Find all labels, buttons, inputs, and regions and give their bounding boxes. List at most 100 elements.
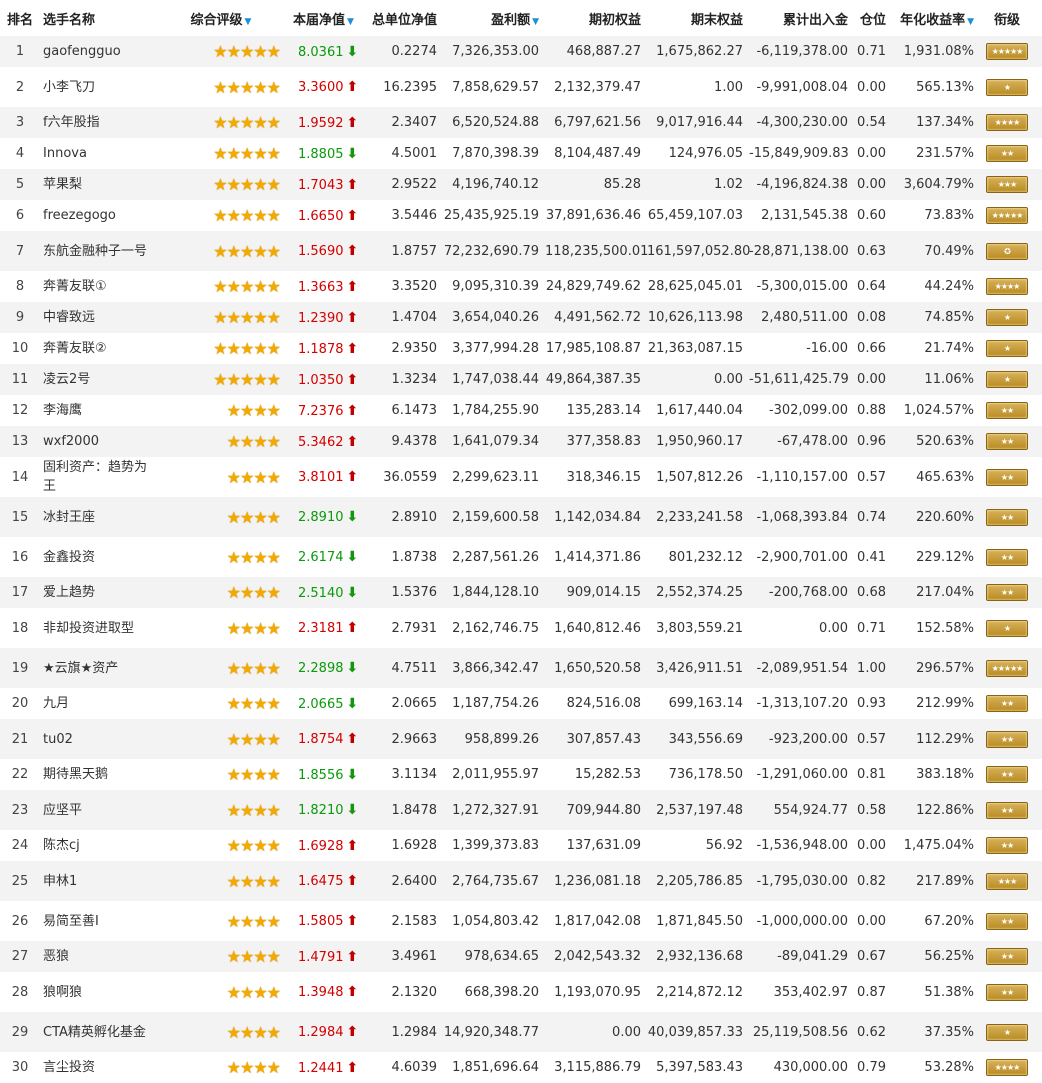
table-row[interactable]: 6 freezegogo ★★★★★ 1.6650 ⬆ 3.5446 25,435,925.… bbox=[0, 200, 1042, 231]
table-row[interactable]: 28 狼啊狼 ★★★★ 1.3948 ⬆ 2.1320 668,398.20 1,193,07… bbox=[0, 972, 1042, 1012]
insignia-badge-icon: ★★ bbox=[986, 468, 1028, 486]
table-row[interactable]: 18 非却投资进取型 ★★★★ 2.3181 ⬆ 2.7931 2,162,746.75 1,… bbox=[0, 608, 1042, 648]
nav-cell: 1.8556 ⬇ bbox=[290, 759, 368, 790]
player-name-link[interactable]: 苹果梨 bbox=[43, 177, 82, 192]
player-name-link[interactable]: 李海鹰 bbox=[43, 403, 82, 418]
insignia-badge-icon: ★★★★★ bbox=[986, 207, 1028, 224]
net-flow-cell: 554,924.77 bbox=[746, 790, 851, 830]
sort-down-icon[interactable]: ▼ bbox=[967, 17, 974, 27]
star-rating-icon: ★★★★★ bbox=[213, 175, 281, 194]
position-cell: 0.81 bbox=[851, 759, 889, 790]
player-name-link[interactable]: 爱上趋势 bbox=[43, 585, 95, 600]
player-name-link[interactable]: CTA精英孵化基金 bbox=[43, 1025, 146, 1040]
end-equity-cell: 736,178.50 bbox=[644, 759, 746, 790]
table-row[interactable]: 23 应坚平 ★★★★ 1.8210 ⬇ 1.8478 1,272,327.91 709,94… bbox=[0, 790, 1042, 830]
table-row[interactable]: 15 冰封王座 ★★★★ 2.8910 ⬇ 2.8910 2,159,600.58 1,142… bbox=[0, 497, 1042, 537]
player-name-link[interactable]: 非却投资进取型 bbox=[43, 621, 134, 636]
table-row[interactable]: 21 tu02 ★★★★ 1.8754 ⬆ 2.9663 958,899.26 307,857… bbox=[0, 719, 1042, 759]
col-annual-return[interactable]: 年化收益率 ▼ bbox=[889, 0, 977, 36]
nav-cell: 2.6174 ⬇ bbox=[290, 537, 368, 577]
player-name-link[interactable]: 言尘投资 bbox=[43, 1060, 95, 1075]
table-row[interactable]: 11 凌云2号 ★★★★★ 1.0350 ⬆ 1.3234 1,747,038.44 49,8… bbox=[0, 364, 1042, 395]
player-name-link[interactable]: gaofengguo bbox=[43, 44, 121, 59]
table-row[interactable]: 10 奔菁友联② ★★★★★ 1.1878 ⬆ 2.9350 3,377,994.28 17,… bbox=[0, 333, 1042, 364]
branch-cell: 空军 bbox=[1037, 688, 1042, 719]
table-row[interactable]: 1 gaofengguo ★★★★★ 8.0361 ⬇ 0.2274 7,326,353.0… bbox=[0, 36, 1042, 67]
player-name-link[interactable]: 凌云2号 bbox=[43, 372, 90, 387]
table-row[interactable]: 16 金鑫投资 ★★★★ 2.6174 ⬇ 1.8738 2,287,561.26 1,414… bbox=[0, 537, 1042, 577]
sort-down-icon[interactable]: ▼ bbox=[245, 17, 252, 27]
player-name-link[interactable]: 申林1 bbox=[43, 874, 77, 889]
col-profit[interactable]: 盈利额 ▼ bbox=[440, 0, 542, 36]
insignia-cell: ★ bbox=[977, 1012, 1037, 1052]
player-name-link[interactable]: 应坚平 bbox=[43, 803, 82, 818]
player-name-link[interactable]: 金鑫投资 bbox=[43, 550, 95, 565]
col-rating[interactable]: 综合评级 ▼ bbox=[152, 0, 290, 36]
rating-cell: ★★★★★ bbox=[152, 302, 290, 333]
player-name-cell: 易简至善I bbox=[40, 901, 152, 941]
player-name-link[interactable]: 小李飞刀 bbox=[43, 80, 95, 95]
player-name-link[interactable]: 中睿致远 bbox=[43, 310, 95, 325]
table-row[interactable]: 3 f六年股指 ★★★★★ 1.9592 ⬆ 2.3407 6,520,524.88 6,79… bbox=[0, 107, 1042, 138]
nav-value: 3.8101 bbox=[298, 470, 344, 485]
sort-down-icon[interactable]: ▼ bbox=[347, 17, 354, 27]
player-name-link[interactable]: 冰封王座 bbox=[43, 510, 95, 525]
player-name-link[interactable]: tu02 bbox=[43, 732, 73, 747]
nav-cell: 1.8805 ⬇ bbox=[290, 138, 368, 169]
sort-down-icon[interactable]: ▼ bbox=[532, 17, 539, 27]
nav-value: 2.3181 bbox=[298, 621, 344, 636]
branch-cell: 基金 bbox=[1037, 1012, 1042, 1052]
table-row[interactable]: 29 CTA精英孵化基金 ★★★★ 1.2984 ⬆ 1.2984 14,920,348.7… bbox=[0, 1012, 1042, 1052]
player-name-link[interactable]: wxf2000 bbox=[43, 434, 99, 449]
table-row[interactable]: 7 东航金融种子一号 ★★★★★ 1.5690 ⬆ 1.8757 72,232,690.79… bbox=[0, 231, 1042, 271]
player-name-link[interactable]: Innova bbox=[43, 146, 87, 161]
rating-cell: ★★★★ bbox=[152, 719, 290, 759]
profit-cell: 2,159,600.58 bbox=[440, 497, 542, 537]
player-name-link[interactable]: 易简至善I bbox=[43, 914, 99, 929]
total-nav-cell: 2.0665 bbox=[368, 688, 440, 719]
player-name-link[interactable]: 九月 bbox=[43, 696, 69, 711]
table-row[interactable]: 9 中睿致远 ★★★★★ 1.2390 ⬆ 1.4704 3,654,040.26 4,491… bbox=[0, 302, 1042, 333]
col-nav[interactable]: 本届净值 ▼ bbox=[290, 0, 368, 36]
nav-value: 1.3663 bbox=[298, 279, 344, 295]
table-row[interactable]: 22 期待黑天鹅 ★★★★ 1.8556 ⬇ 3.1134 2,011,955.97 15,2… bbox=[0, 759, 1042, 790]
table-row[interactable]: 27 恶狼 ★★★★ 1.4791 ⬆ 3.4961 978,634.65 2,042,543… bbox=[0, 941, 1042, 972]
table-row[interactable]: 2 小李飞刀 ★★★★★ 3.3600 ⬆ 16.2395 7,858,629.57 2,13… bbox=[0, 67, 1042, 107]
player-name-link[interactable]: 奔菁友联① bbox=[43, 279, 107, 294]
table-row[interactable]: 19 ★云旗★资产 ★★★★ 2.2898 ⬇ 4.7511 3,866,342.47 1,6… bbox=[0, 648, 1042, 688]
table-row[interactable]: 4 Innova ★★★★★ 1.8805 ⬇ 4.5001 7,870,398.39 8,1… bbox=[0, 138, 1042, 169]
rank-cell: 2 bbox=[0, 67, 40, 107]
table-row[interactable]: 12 李海鹰 ★★★★ 7.2376 ⬆ 6.1473 1,784,255.90 135,28… bbox=[0, 395, 1042, 426]
start-equity-cell: 6,797,621.56 bbox=[542, 107, 644, 138]
table-row[interactable]: 20 九月 ★★★★ 2.0665 ⬇ 2.0665 1,187,754.26 824,516… bbox=[0, 688, 1042, 719]
player-name-link[interactable]: freezegogo bbox=[43, 208, 116, 223]
end-equity-cell: 1,507,812.26 bbox=[644, 457, 746, 497]
table-row[interactable]: 5 苹果梨 ★★★★★ 1.7043 ⬆ 2.9522 4,196,740.12 85.28 1… bbox=[0, 169, 1042, 200]
table-row[interactable]: 17 爱上趋势 ★★★★ 2.5140 ⬇ 1.5376 1,844,128.10 909,0… bbox=[0, 577, 1042, 608]
player-name-link[interactable]: 期待黑天鹅 bbox=[43, 767, 108, 782]
table-row[interactable]: 13 wxf2000 ★★★★ 5.3462 ⬆ 9.4378 1,641,079.34 37… bbox=[0, 426, 1042, 457]
player-name-link[interactable]: 固利资产：趋势为王 bbox=[43, 460, 147, 494]
player-name-link[interactable]: 奔菁友联② bbox=[43, 341, 107, 356]
star-rating-icon: ★★★★ bbox=[226, 507, 281, 527]
profit-cell: 668,398.20 bbox=[440, 972, 542, 1012]
table-row[interactable]: 24 陈杰cj ★★★★ 1.6928 ⬆ 1.6928 1,399,373.83 137,6… bbox=[0, 830, 1042, 861]
table-row[interactable]: 25 申林1 ★★★★ 1.6475 ⬆ 2.6400 2,764,735.67 1,236,… bbox=[0, 861, 1042, 901]
player-name-link[interactable]: 狼啊狼 bbox=[43, 985, 82, 1000]
col-insignia: 衔级 bbox=[977, 0, 1037, 36]
end-equity-cell: 343,556.69 bbox=[644, 719, 746, 759]
player-name-link[interactable]: f六年股指 bbox=[43, 115, 100, 130]
table-row[interactable]: 26 易简至善I ★★★★ 1.5805 ⬆ 2.1583 1,054,803.42 1,81… bbox=[0, 901, 1042, 941]
table-row[interactable]: 30 言尘投资 ★★★★ 1.2441 ⬆ 4.6039 1,851,696.64 3,115… bbox=[0, 1052, 1042, 1083]
net-flow-cell: -9,991,008.04 bbox=[746, 67, 851, 107]
player-name-link[interactable]: 恶狼 bbox=[43, 949, 69, 964]
col-end-equity: 期末权益 bbox=[644, 0, 746, 36]
player-name-link[interactable]: 东航金融种子一号 bbox=[43, 244, 147, 259]
player-name-link[interactable]: 陈杰cj bbox=[43, 838, 80, 853]
insignia-badge-icon: ★ bbox=[986, 371, 1028, 388]
start-equity-cell: 909,014.15 bbox=[542, 577, 644, 608]
table-row[interactable]: 8 奔菁友联① ★★★★★ 1.3663 ⬆ 3.3520 9,095,310.39 24,8… bbox=[0, 271, 1042, 302]
table-row[interactable]: 14 固利资产：趋势为王 ★★★★ 3.8101 ⬆ 36.0559 2,299,623.1… bbox=[0, 457, 1042, 497]
branch-cell: 导弹部队 bbox=[1037, 790, 1042, 830]
player-name-link[interactable]: ★云旗★资产 bbox=[43, 661, 118, 676]
